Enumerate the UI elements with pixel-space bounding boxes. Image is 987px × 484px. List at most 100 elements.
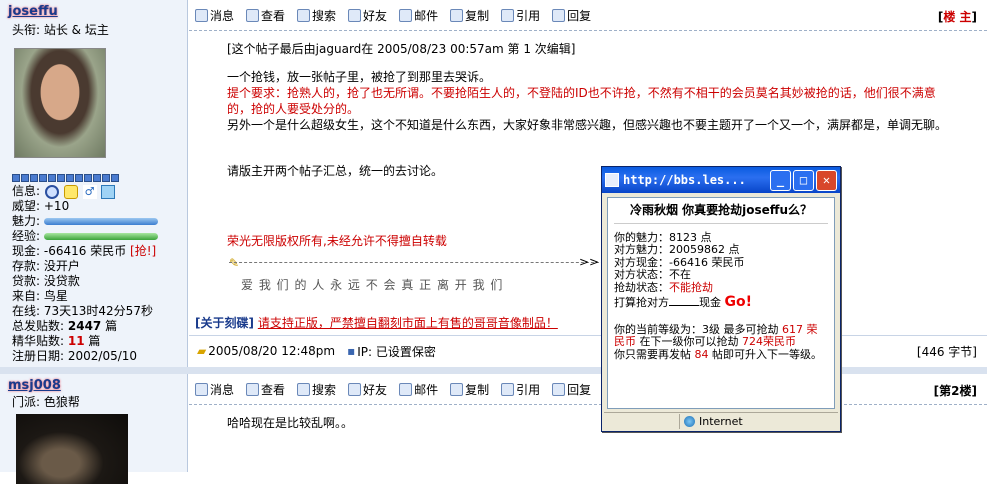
- from-value: 鸟星: [43, 289, 68, 303]
- post-2: 消息 查看 搜索 好友 邮件 复制 引用 回复 [第2楼] 哈哈现在是比较乱啊。…: [189, 374, 987, 472]
- view-button[interactable]: 查看: [246, 7, 285, 24]
- floor-label: [楼 主]: [937, 10, 977, 24]
- friend-icon: [348, 382, 362, 396]
- about-link[interactable]: 请支持正版，严禁擅自翻刻市面上有售的哥哥音像制品！: [258, 316, 558, 330]
- signature-divider: [229, 262, 609, 263]
- exp-bar: [43, 233, 158, 240]
- rob-popup-window: http://bbs.les... _ □ ✕ 冷雨秋烟 你真要抢劫joseff…: [601, 166, 841, 432]
- mail-button[interactable]: 邮件: [399, 381, 438, 398]
- globe-icon: [684, 415, 695, 427]
- friend-button[interactable]: 好友: [348, 381, 387, 398]
- message-button[interactable]: 消息: [195, 7, 234, 24]
- rob-link[interactable]: [抢!]: [130, 244, 156, 258]
- copy-icon: [450, 8, 464, 22]
- author-title: 头衔: 站长 & 坛主: [12, 23, 109, 37]
- rob-state: 不能抢劫: [669, 280, 713, 294]
- deposit-value: 没开户: [43, 259, 80, 273]
- charm-bar: [43, 218, 158, 225]
- popup-title: http://bbs.les...: [623, 173, 746, 187]
- level-info: 你的当前等级为：3级 最多可抢劫 617 荣民币 在下一级你可以抢劫 724荣民…: [614, 322, 818, 348]
- copy-button[interactable]: 复制: [450, 7, 489, 24]
- message-icon[interactable]: [63, 184, 78, 199]
- gender-icon: ♂: [82, 184, 97, 199]
- post-1: 消息 查看 搜索 好友 邮件 复制 引用 回复 [楼 主] [这个帖子最后由ja…: [189, 0, 987, 367]
- rank-stars: [12, 174, 179, 182]
- folder-icon: ▰: [197, 344, 207, 358]
- upgrade-info: 你只需要再发帖 84 帖即可升入下一等级。: [614, 347, 822, 361]
- author-username[interactable]: joseffu: [8, 4, 179, 19]
- message-icon: [195, 8, 208, 22]
- search-icon: [297, 382, 311, 396]
- close-button[interactable]: ✕: [816, 169, 837, 191]
- minimize-button[interactable]: _: [770, 169, 791, 191]
- register-date: 2002/05/10: [67, 349, 138, 363]
- post-line: 一个抢钱，放一张帖子里，被抢了到那里去哭诉。: [227, 70, 492, 84]
- elite-count: 11: [67, 334, 85, 348]
- post-line: 的，抢的人要受处分的。: [227, 102, 360, 116]
- view-button[interactable]: 查看: [246, 381, 285, 398]
- avatar: [14, 48, 106, 158]
- homepage-icon[interactable]: [101, 184, 116, 199]
- author-sidebar: msj008 门派: 色狼帮: [0, 374, 188, 484]
- post-date: 2005/08/20 12:48pm: [208, 344, 336, 358]
- message-icon: [195, 382, 208, 396]
- edit-notice: [这个帖子最后由jaguard在 2005/08/23 00:57am 第 1 …: [227, 42, 576, 56]
- message-button[interactable]: 消息: [195, 381, 234, 398]
- search-button[interactable]: 搜索: [297, 381, 336, 398]
- avatar: [16, 414, 128, 484]
- friend-button[interactable]: 好友: [348, 7, 387, 24]
- quote-icon: [501, 8, 515, 22]
- popup-heading: 冷雨秋烟 你真要抢劫joseffu么？: [614, 202, 828, 224]
- view-icon: [246, 382, 260, 396]
- post-count: 2447: [67, 319, 102, 333]
- rob-amount-input[interactable]: [669, 305, 699, 306]
- signature: 爱 我 们 的 人 永 远 不 会 真 正 离 开 我 们: [241, 278, 504, 292]
- author-sidebar: joseffu 头衔: 站长 & 坛主 信息: ♂ 威望: +10 魅力: 经验…: [0, 0, 188, 367]
- zone-label: Internet: [699, 414, 743, 428]
- ip-icon: ▪: [347, 344, 356, 358]
- loan-value: 没贷款: [43, 274, 80, 288]
- view-icon: [246, 8, 260, 22]
- prestige-value: +10: [43, 199, 70, 213]
- post-toolbar: 消息 查看 搜索 好友 邮件 复制 引用 回复 [第2楼]: [189, 374, 987, 405]
- maximize-button[interactable]: □: [793, 169, 814, 191]
- post-body: [这个帖子最后由jaguard在 2005/08/23 00:57am 第 1 …: [189, 31, 987, 249]
- post-toolbar: 消息 查看 搜索 好友 邮件 复制 引用 回复 [楼 主]: [189, 0, 987, 31]
- quote-button[interactable]: 引用: [501, 7, 540, 24]
- post-body: 哈哈现在是比较乱啊。。: [189, 405, 987, 431]
- author-username[interactable]: msj008: [8, 378, 179, 393]
- online-value: 73天13时42分57秒: [43, 304, 153, 318]
- reply-button[interactable]: 回复: [552, 7, 591, 24]
- their-charm: 对方魅力：20059862 点: [614, 243, 740, 256]
- quote-icon: [501, 382, 515, 396]
- page-icon: [605, 173, 619, 187]
- about-label: [关于刻碟]: [195, 316, 254, 330]
- floor-label: [第2楼]: [933, 384, 977, 398]
- quote-button[interactable]: 引用: [501, 381, 540, 398]
- popup-body: 冷雨秋烟 你真要抢劫joseffu么？ 你的魅力：8123 点 对方魅力：200…: [607, 197, 835, 409]
- reply-icon: [552, 8, 566, 22]
- profile-icon[interactable]: [44, 184, 59, 199]
- mail-icon: [399, 382, 413, 396]
- search-icon: [297, 8, 311, 22]
- friend-icon: [348, 8, 362, 22]
- copy-icon: [450, 382, 464, 396]
- go-button[interactable]: Go!: [725, 294, 753, 310]
- author-sect: 门派: 色狼帮: [12, 395, 80, 409]
- reply-button[interactable]: 回复: [552, 381, 591, 398]
- popup-statusbar: Internet: [604, 412, 838, 429]
- ip-text: IP: 已设置保密: [357, 344, 436, 359]
- post-footer: ▰ 2005/08/20 12:48pm ▪ IP: 已设置保密 [446 字节…: [189, 335, 987, 366]
- copy-button[interactable]: 复制: [450, 381, 489, 398]
- about-notice: [关于刻碟] 请支持正版，严禁擅自翻刻市面上有售的哥哥音像制品！: [195, 314, 558, 331]
- reply-icon: [552, 382, 566, 396]
- cash-value: -66416 荣民币: [43, 244, 127, 258]
- popup-titlebar[interactable]: http://bbs.les... _ □ ✕: [602, 167, 840, 193]
- byte-count: [446 字节]: [916, 344, 977, 359]
- post-line: 提个要求：抢熟人的，抢了也无所谓。不要抢陌生人的，不登陆的ID也不许抢，不然有不…: [227, 86, 936, 100]
- mail-button[interactable]: 邮件: [399, 7, 438, 24]
- pencil-icon: ✎: [229, 256, 240, 270]
- mail-icon: [399, 8, 413, 22]
- info-label: 信息:: [12, 184, 41, 198]
- search-button[interactable]: 搜索: [297, 7, 336, 24]
